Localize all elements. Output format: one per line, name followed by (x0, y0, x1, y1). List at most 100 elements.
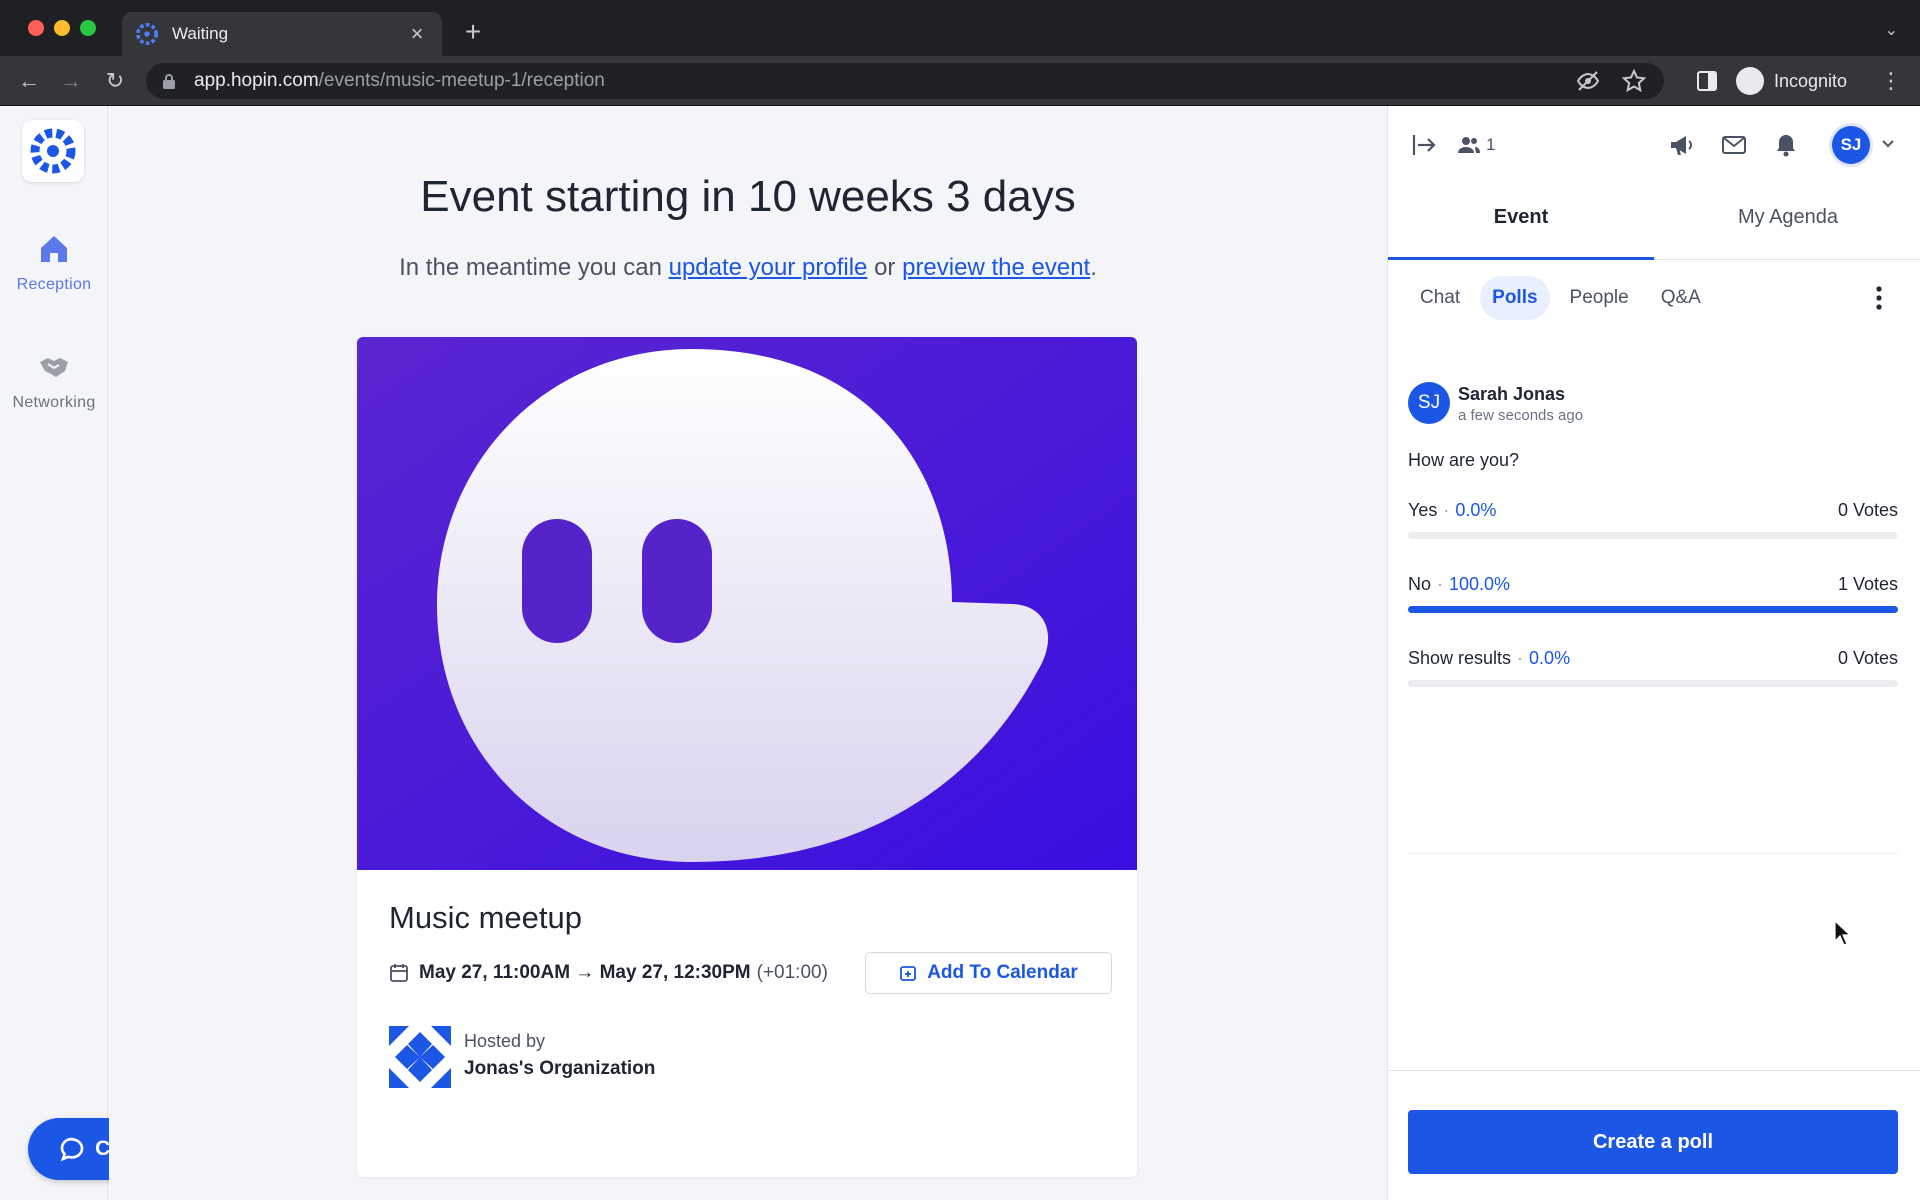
collapse-sidebar-icon[interactable] (1412, 134, 1438, 156)
add-to-calendar-label: Add To Calendar (927, 962, 1078, 983)
rail-label-networking: Networking (12, 394, 96, 411)
tab-title: Waiting (172, 24, 229, 43)
people-icon (1458, 137, 1480, 153)
poll-option-no[interactable]: No · 100.0% 1 Votes (1408, 574, 1898, 624)
reload-icon[interactable]: ↻ (100, 66, 130, 96)
poll-timestamp: a few seconds ago (1458, 407, 1584, 424)
poll-question: How are you? (1408, 450, 1520, 470)
event-timezone: (+01:00) (756, 962, 828, 983)
sidebar-main-tabs: Event My Agenda (1388, 184, 1920, 260)
event-date-range: May 27, 11:00AM → May 27, 12:30PM (419, 962, 751, 983)
tab-chat[interactable]: Chat (1408, 276, 1472, 320)
browser-menu-icon[interactable]: ⋮ (1880, 68, 1902, 94)
incognito-icon (1736, 67, 1764, 95)
user-avatar[interactable]: SJ (1832, 126, 1870, 164)
poll-option-label: Show results · 0.0% (1408, 648, 1570, 669)
separator-dot: · (1517, 648, 1524, 668)
event-banner-image (357, 337, 1137, 870)
url-path: /events/music-meetup-1/reception (318, 70, 605, 91)
tab-people[interactable]: People (1558, 276, 1641, 320)
poll-option-fill (1408, 606, 1898, 613)
separator-dot: · (1443, 500, 1450, 520)
tab-list-chevron-icon[interactable]: ⌄ (1885, 20, 1898, 40)
meantime-or: or (867, 254, 903, 281)
url-host: app.hopin.com (194, 70, 319, 91)
poll-author-name: Sarah Jonas (1458, 384, 1566, 404)
poll-option-votes: 0 Votes (1837, 500, 1898, 520)
event-sidebar: 1 SJ Event My Agenda Chat Polls People Q… (1387, 106, 1920, 1200)
preview-event-link[interactable]: preview the event (902, 254, 1090, 281)
poll-option-text: No (1408, 574, 1432, 594)
poll-option-bar (1408, 606, 1898, 613)
bell-icon[interactable] (1773, 132, 1799, 158)
poll-option-bar (1408, 532, 1898, 539)
browser-titlebar: Waiting × + ⌄ (0, 0, 1920, 56)
reception-main: Event starting in 10 weeks 3 days In the… (109, 106, 1387, 1200)
poll-author-avatar: SJ (1408, 382, 1450, 424)
poll-option-label: No · 100.0% (1408, 574, 1510, 595)
side-panel-icon[interactable] (1696, 70, 1718, 92)
tab-polls[interactable]: Polls (1480, 276, 1550, 320)
address-bar[interactable]: app.hopin.com/events/music-meetup-1/rece… (146, 63, 1664, 99)
rail-label-reception: Reception (16, 276, 92, 293)
poll-option-votes: 0 Votes (1837, 648, 1898, 668)
poll-option-yes[interactable]: Yes · 0.0% 0 Votes (1408, 500, 1898, 550)
poll-option-percent: 100.0% (1449, 574, 1511, 594)
host-name[interactable]: Jonas's Organization (464, 1058, 655, 1080)
lock-icon (163, 74, 175, 89)
forward-arrow-icon[interactable]: → (56, 66, 86, 96)
tab-qa[interactable]: Q&A (1649, 276, 1713, 320)
bookmark-star-icon[interactable] (1622, 69, 1646, 93)
sidebar-sub-tabs: Chat Polls People Q&A (1408, 276, 1713, 320)
browser-tab[interactable]: Waiting × (122, 12, 442, 56)
event-card: Music meetup May 27, 11:00AM → May 27, 1… (357, 337, 1137, 1177)
meantime-prefix: In the meantime you can (399, 254, 669, 281)
poll-option-text: Show results (1408, 648, 1512, 668)
event-date-row: May 27, 11:00AM → May 27, 12:30PM (+01:0… (389, 951, 828, 995)
sidebar-footer: Create a poll (1388, 1070, 1920, 1200)
separator-dot: · (1437, 574, 1444, 594)
minimize-window-button[interactable] (54, 20, 70, 36)
hopin-logo[interactable] (22, 120, 84, 182)
update-profile-link[interactable]: update your profile (669, 254, 868, 281)
browser-toolbar: ← → ↻ app.hopin.com/events/music-meetup-… (0, 56, 1920, 106)
rail-item-networking[interactable]: Networking (0, 350, 108, 412)
app-navigation-rail: Reception Networking (0, 106, 108, 1200)
attendee-count: 1 (1486, 135, 1496, 154)
eye-off-icon[interactable] (1576, 69, 1600, 93)
poll-option-percent: 0.0% (1455, 500, 1497, 520)
new-tab-icon[interactable]: + (458, 16, 488, 48)
event-title: Music meetup (389, 900, 582, 935)
mail-icon[interactable] (1721, 132, 1747, 158)
poll-option-show-results[interactable]: Show results · 0.0% 0 Votes (1408, 648, 1898, 698)
poll-option-votes: 1 Votes (1837, 574, 1898, 594)
calendar-icon (390, 964, 408, 982)
meantime-message: In the meantime you can update your prof… (109, 254, 1387, 282)
back-arrow-icon[interactable]: ← (14, 66, 44, 96)
poll-option-label: Yes · 0.0% (1408, 500, 1496, 521)
close-tab-icon[interactable]: × (406, 23, 428, 45)
poll-option-percent: 0.0% (1529, 648, 1571, 668)
hopin-logo-icon (30, 128, 76, 174)
close-window-button[interactable] (28, 20, 44, 36)
tab-my-agenda[interactable]: My Agenda (1655, 184, 1920, 260)
handshake-icon (40, 358, 68, 377)
chevron-down-icon[interactable] (1880, 136, 1896, 152)
home-icon (41, 236, 67, 262)
hopin-favicon-icon (136, 23, 158, 45)
add-to-calendar-button[interactable]: Add To Calendar (865, 952, 1112, 994)
sidebar-header: 1 SJ (1388, 106, 1920, 184)
poll-option-bar (1408, 680, 1898, 687)
incognito-profile[interactable]: Incognito (1736, 64, 1847, 98)
countdown-heading: Event starting in 10 weeks 3 days (420, 172, 1076, 221)
create-poll-button[interactable]: Create a poll (1408, 1110, 1898, 1174)
incognito-label: Incognito (1774, 70, 1848, 91)
tab-event[interactable]: Event (1388, 184, 1654, 260)
maximize-window-button[interactable] (80, 20, 96, 36)
meantime-suffix: . (1090, 254, 1097, 281)
poll-option-text: Yes (1408, 500, 1438, 520)
more-options-icon[interactable] (1876, 286, 1882, 310)
megaphone-icon[interactable] (1668, 132, 1694, 158)
rail-item-reception[interactable]: Reception (0, 232, 108, 294)
hosted-by-label: Hosted by (464, 1031, 546, 1051)
